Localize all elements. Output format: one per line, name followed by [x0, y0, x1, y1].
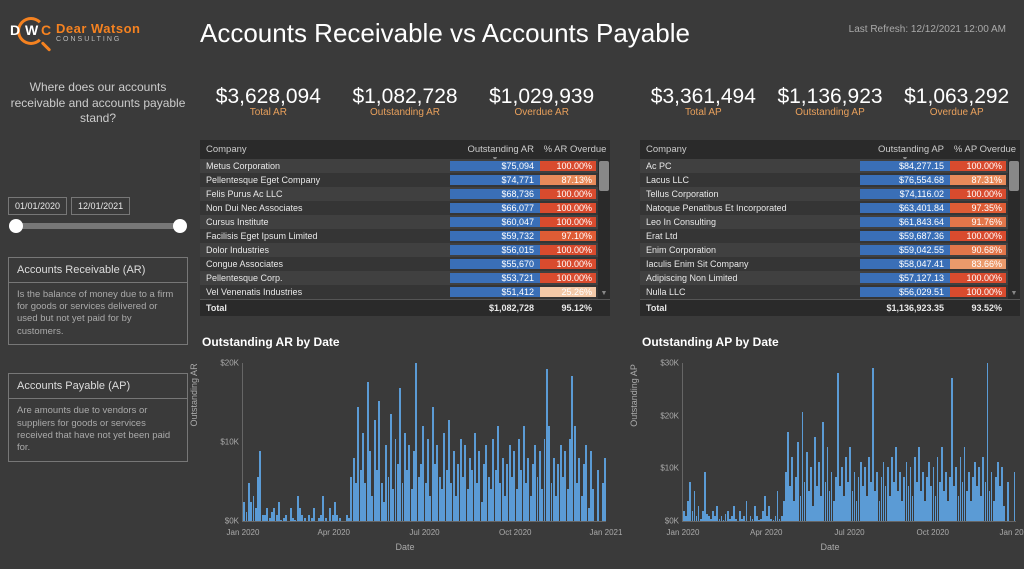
table-ar-total-row: Total $1,082,728 95.12%: [200, 299, 610, 316]
ap-info-box: Accounts Payable (AP) Are amounts due to…: [8, 373, 188, 461]
logo-brand: Dear Watson: [56, 22, 140, 35]
table-ar-body[interactable]: Metus Corporation$75,094100.00%Pellentes…: [200, 159, 610, 299]
table-row[interactable]: Felis Purus Ac LLC$68,736100.00%: [200, 187, 610, 201]
table-row[interactable]: Congue Associates$55,670100.00%: [200, 257, 610, 271]
table-row[interactable]: Vel Venenatis Industries$51,41225.26%: [200, 285, 610, 299]
table-row[interactable]: Nulla LLC$56,029.51100.00%: [640, 285, 1020, 299]
table-row[interactable]: Natoque Penatibus Et Incorporated$63,401…: [640, 201, 1020, 215]
page-title: Accounts Receivable vs Accounts Payable: [200, 18, 690, 49]
table-ap-header[interactable]: Company Outstanding AP % AP Overdue: [640, 140, 1020, 159]
table-ap-body[interactable]: Ac PC$84,277.15100.00%Lacus LLC$76,554.6…: [640, 159, 1020, 299]
col-pct-ar-overdue[interactable]: % AR Overdue: [540, 144, 610, 155]
kpi-row-ap: $3,361,494 Total AP $1,136,923 Outstandi…: [640, 85, 1020, 118]
chart-outstanding-ar: Outstanding AR by Date Outstanding AR $0…: [200, 335, 610, 550]
table-row[interactable]: Iaculis Enim Sit Company$58,047.4183.66%: [640, 257, 1020, 271]
table-row[interactable]: Leo In Consulting$61,843.6491.76%: [640, 215, 1020, 229]
col-outstanding-ap[interactable]: Outstanding AP: [860, 144, 950, 155]
table-row[interactable]: Cursus Institute$60,047100.00%: [200, 215, 610, 229]
ar-info-title: Accounts Receivable (AR): [9, 258, 187, 283]
scroll-thumb[interactable]: [599, 161, 609, 191]
slider-start-label[interactable]: 01/01/2020: [8, 197, 67, 215]
col-pct-ap-overdue[interactable]: % AP Overdue: [950, 144, 1020, 155]
chart-ar-plot[interactable]: Outstanding AR $0K$10K$20KJan 2020Apr 20…: [200, 355, 610, 550]
scrollbar[interactable]: ▲ ▼: [1008, 159, 1020, 299]
sidebar: Where does our accounts receivable and a…: [8, 80, 188, 462]
table-row[interactable]: Erat Ltd$59,687.36100.00%: [640, 229, 1020, 243]
col-outstanding-ar[interactable]: Outstanding AR: [450, 144, 540, 155]
kpi-overdue-ar: $1,029,939 Overdue AR: [473, 85, 610, 118]
chart-outstanding-ap: Outstanding AP by Date Outstanding AP $0…: [640, 335, 1020, 550]
slider-end-label[interactable]: 12/01/2021: [71, 197, 130, 215]
table-row[interactable]: Pellentesque Eget Company$74,77187.13%: [200, 173, 610, 187]
table-row[interactable]: Facilisis Eget Ipsum Limited$59,73297.10…: [200, 229, 610, 243]
slider-thumb-left[interactable]: [9, 219, 23, 233]
kpi-total-ap: $3,361,494 Total AP: [640, 85, 767, 118]
table-row[interactable]: Dolor Industries$56,015100.00%: [200, 243, 610, 257]
table-row[interactable]: Metus Corporation$75,094100.00%: [200, 159, 610, 173]
last-refresh: Last Refresh: 12/12/2021 12:00 AM: [849, 24, 1006, 35]
slider-thumb-right[interactable]: [173, 219, 187, 233]
scroll-down-icon[interactable]: ▼: [1009, 289, 1019, 299]
ap-info-title: Accounts Payable (AP): [9, 374, 187, 399]
scroll-thumb[interactable]: [1009, 161, 1019, 191]
logo: DWC Dear Watson CONSULTING: [14, 14, 140, 50]
kpi-total-ar: $3,628,094 Total AR: [200, 85, 337, 118]
table-row[interactable]: Adipiscing Non Limited$57,127.13100.00%: [640, 271, 1020, 285]
sidebar-question: Where does our accounts receivable and a…: [8, 80, 188, 127]
table-ap-total-row: Total $1,136,923.35 93.52%: [640, 299, 1020, 316]
kpi-row-ar: $3,628,094 Total AR $1,082,728 Outstandi…: [200, 85, 610, 118]
ar-info-body: Is the balance of money due to a firm fo…: [9, 283, 187, 344]
kpi-overdue-ap: $1,063,292 Overdue AP: [893, 85, 1020, 118]
ar-info-box: Accounts Receivable (AR) Is the balance …: [8, 257, 188, 345]
table-row[interactable]: Non Dui Nec Associates$66,077100.00%: [200, 201, 610, 215]
col-company[interactable]: Company: [200, 144, 450, 155]
kpi-outstanding-ar: $1,082,728 Outstanding AR: [337, 85, 474, 118]
chart-ap-plot[interactable]: Outstanding AP $0K$10K$20K$30KJan 2020Ap…: [640, 355, 1020, 550]
scrollbar[interactable]: ▲ ▼: [598, 159, 610, 299]
kpi-outstanding-ap: $1,136,923 Outstanding AP: [767, 85, 894, 118]
scroll-down-icon[interactable]: ▼: [599, 289, 609, 299]
logo-icon: DWC: [14, 14, 50, 50]
table-ar-header[interactable]: Company Outstanding AR % AR Overdue: [200, 140, 610, 159]
logo-sub: CONSULTING: [56, 36, 140, 43]
table-ap: Company Outstanding AP % AP Overdue Ac P…: [640, 140, 1020, 316]
col-company[interactable]: Company: [640, 144, 860, 155]
table-row[interactable]: Tellus Corporation$74,116.02100.00%: [640, 187, 1020, 201]
table-row[interactable]: Pellentesque Corp.$53,721100.00%: [200, 271, 610, 285]
table-row[interactable]: Ac PC$84,277.15100.00%: [640, 159, 1020, 173]
table-row[interactable]: Lacus LLC$76,554.6887.31%: [640, 173, 1020, 187]
date-slider[interactable]: 01/01/2020 12/01/2021: [8, 197, 188, 229]
ap-info-body: Are amounts due to vendors or suppliers …: [9, 399, 187, 460]
table-row[interactable]: Enim Corporation$59,042.5590.68%: [640, 243, 1020, 257]
header: DWC Dear Watson CONSULTING Accounts Rece…: [0, 0, 1024, 60]
table-ar: Company Outstanding AR % AR Overdue Metu…: [200, 140, 610, 316]
